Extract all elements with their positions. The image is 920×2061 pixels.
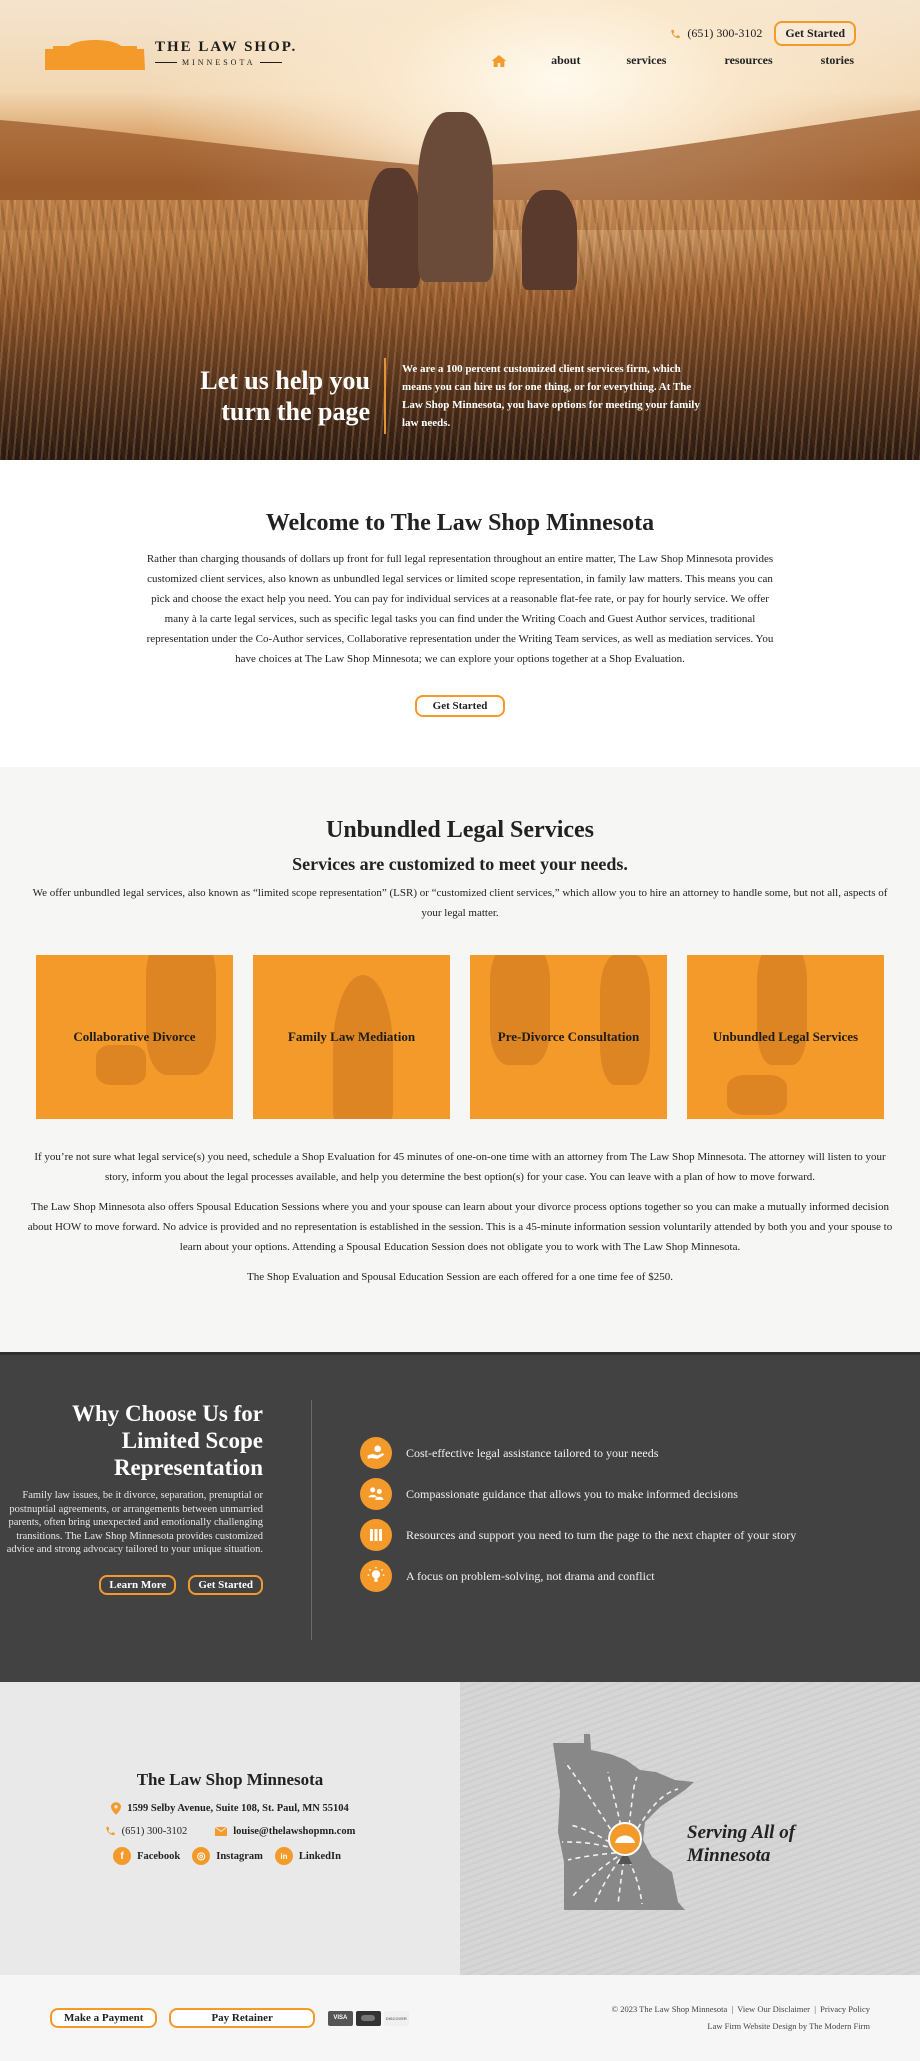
hero-text: We are a 100 percent customized client s… [402,363,700,429]
service-area-map: Serving All of Minnesota [460,1682,920,1975]
hero-heading: Let us help you turn the page [200,366,370,426]
hero-divider [384,358,386,434]
services-section: Unbundled Legal Services Services are cu… [0,767,920,1352]
why-text: Family law issues, be it divorce, separa… [6,1490,263,1555]
logo-subtitle: MINNESOTA [155,58,297,67]
logo-title: THE LAW SHOP. [155,39,298,55]
linkedin-icon: in [274,1847,293,1865]
welcome-get-started-button[interactable]: Get Started [414,695,506,717]
welcome-title: Welcome to The Law Shop Minnesota [265,510,655,536]
services-intro: We offer unbundled legal services, also … [32,887,888,919]
learn-more-button[interactable]: Learn More [99,1574,177,1595]
header-get-started-button[interactable]: Get Started [774,21,856,46]
map-label: Serving All of Minnesota [687,1822,796,1866]
visa-icon: VISA [327,2010,353,2026]
nav-about[interactable]: about [551,53,580,68]
nav-home[interactable] [491,54,507,68]
benefit-item: Cost-effective legal assistance tailored… [360,1437,796,1469]
nav-stories[interactable]: stories [821,53,854,68]
instagram-link[interactable]: ◎ Instagram [192,1847,263,1865]
service-cards: Collaborative Divorce Family Law Mediati… [25,955,895,1119]
address[interactable]: 1599 Selby Avenue, Suite 108, St. Paul, … [111,1802,349,1815]
discover-icon: DISCOVER [383,2010,409,2026]
services-subtitle: Services are customized to meet your nee… [292,854,628,874]
instagram-icon: ◎ [192,1847,211,1865]
make-payment-button[interactable]: Make a Payment [50,2008,158,2028]
service-card-collaborative-divorce[interactable]: Collaborative Divorce [36,955,233,1119]
welcome-text: Rather than charging thousands of dollar… [146,553,774,665]
figure-child-left [368,168,420,288]
disclaimer-link[interactable]: View Our Disclaimer [737,2004,810,2014]
people-icon [360,1478,392,1510]
money-hand-icon [360,1437,392,1469]
mastercard-icon [355,2010,381,2026]
figure-adult [418,112,493,282]
pay-retainer-button[interactable]: Pay Retainer [169,2008,315,2028]
home-icon [491,54,507,67]
facebook-icon: f [113,1847,132,1865]
benefit-item: A focus on problem-solving, not drama an… [360,1560,796,1592]
accepted-cards: VISA DISCOVER [327,2010,409,2026]
logo[interactable]: THE LAW SHOP. MINNESOTA [45,36,297,70]
copyright: © 2023 The Law Shop Minnesota [611,2004,728,2014]
phone-icon [671,29,680,38]
logo-dome-icon [45,40,145,70]
welcome-section: Welcome to The Law Shop Minnesota Rather… [0,460,920,767]
hero-tagline: Let us help you turn the page We are a 1… [0,358,920,434]
service-card-family-law-mediation[interactable]: Family Law Mediation [253,955,450,1119]
why-title: Why Choose Us for Limited Scope Represen… [71,1401,263,1480]
why-choose-us-section: Why Choose Us for Limited Scope Represen… [0,1352,920,1682]
header-phone[interactable]: (651) 300-3102 [670,26,762,41]
benefit-item: Resources and support you need to turn t… [360,1519,796,1551]
facebook-link[interactable]: f Facebook [113,1847,180,1865]
figure-child-right [522,190,577,290]
social-links: f Facebook ◎ Instagram in LinkedIn [113,1847,347,1865]
services-paragraph: The Shop Evaluation and Spousal Educatio… [247,1271,673,1283]
contact-phone[interactable]: (651) 300-3102 [122,1826,188,1837]
nav-services[interactable]: services [626,53,666,68]
why-divider [311,1400,312,1640]
location-pin-icon [111,1802,122,1815]
contact-section: The Law Shop Minnesota 1599 Selby Avenue… [0,1682,920,1975]
benefits-list: Cost-effective legal assistance tailored… [360,1400,796,1637]
site-header: THE LAW SHOP. MINNESOTA (651) 300-3102 G… [0,0,920,90]
service-card-unbundled-legal-services[interactable]: Unbundled Legal Services [687,955,884,1119]
phone-icon [106,1826,115,1836]
contact-email[interactable]: louise@thelawshopmn.com [233,1826,355,1837]
services-paragraph: If you’re not sure what legal service(s)… [34,1151,886,1183]
privacy-link[interactable]: Privacy Policy [820,2004,870,2014]
service-card-pre-divorce-consultation[interactable]: Pre-Divorce Consultation [470,955,667,1119]
lightbulb-icon [360,1560,392,1592]
site-footer: Make a Payment Pay Retainer VISA DISCOVE… [0,1975,920,2061]
nav-resources[interactable]: resources [724,53,772,68]
design-credit-link[interactable]: Law Firm Website Design by The Modern Fi… [707,2021,870,2031]
why-get-started-button[interactable]: Get Started [188,1574,263,1595]
services-title: Unbundled Legal Services [325,817,595,843]
main-nav: about services resources stories [491,53,854,68]
benefit-item: Compassionate guidance that allows you t… [360,1478,796,1510]
email-icon [215,1826,228,1836]
linkedin-link[interactable]: in LinkedIn [274,1847,341,1865]
hero-section: THE LAW SHOP. MINNESOTA (651) 300-3102 G… [0,0,920,460]
services-paragraph: The Law Shop Minnesota also offers Spous… [27,1201,893,1253]
books-icon [360,1519,392,1551]
contact-title: The Law Shop Minnesota [136,1770,324,1789]
